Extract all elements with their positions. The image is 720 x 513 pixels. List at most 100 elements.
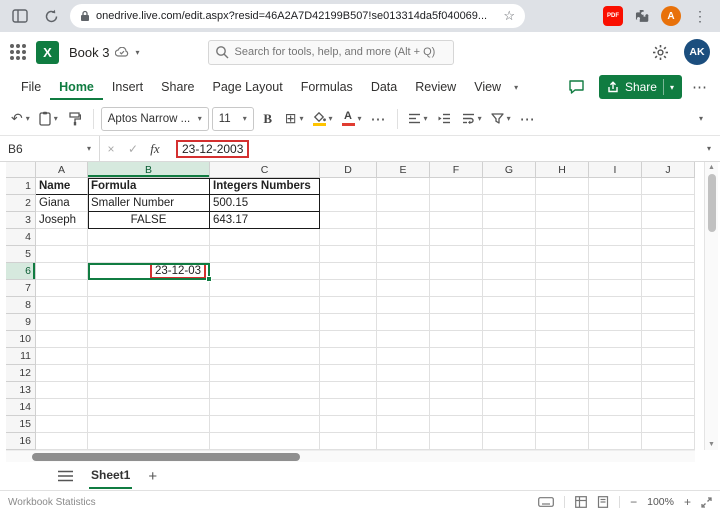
cell-E12[interactable] (377, 365, 430, 382)
zoom-in-icon[interactable]: + (684, 495, 691, 509)
column-header-H[interactable]: H (536, 162, 589, 178)
column-header-B[interactable]: B (88, 162, 210, 178)
cell-J10[interactable] (642, 331, 695, 348)
cell-C3[interactable]: 643.17 (210, 212, 320, 229)
cell-J12[interactable] (642, 365, 695, 382)
fill-color-button[interactable]: ▾ (310, 106, 336, 132)
cell-J6[interactable] (642, 263, 695, 280)
cell-E8[interactable] (377, 297, 430, 314)
cell-I7[interactable] (589, 280, 642, 297)
cell-A13[interactable] (36, 382, 88, 399)
row-header-8[interactable]: 8 (6, 297, 36, 314)
cell-E2[interactable] (377, 195, 430, 212)
cell-G6[interactable] (483, 263, 536, 280)
cell-A2[interactable]: Giana (36, 195, 88, 212)
column-header-E[interactable]: E (377, 162, 430, 178)
paste-button[interactable]: ▾ (36, 106, 61, 132)
cell-H3[interactable] (536, 212, 589, 229)
menu-item-file[interactable]: File (12, 74, 50, 100)
cell-H15[interactable] (536, 416, 589, 433)
cell-G7[interactable] (483, 280, 536, 297)
cell-B5[interactable] (88, 246, 210, 263)
cell-F15[interactable] (430, 416, 483, 433)
cell-H14[interactable] (536, 399, 589, 416)
cell-G4[interactable] (483, 229, 536, 246)
borders-button[interactable]: ⊞ ▾ (282, 106, 307, 132)
cell-F4[interactable] (430, 229, 483, 246)
row-header-6[interactable]: 6 (6, 263, 36, 280)
sort-filter-button[interactable]: ▾ (488, 106, 514, 132)
row-header-10[interactable]: 10 (6, 331, 36, 348)
cell-H7[interactable] (536, 280, 589, 297)
horizontal-scrollbar-thumb[interactable] (32, 453, 300, 461)
cell-G9[interactable] (483, 314, 536, 331)
cell-H8[interactable] (536, 297, 589, 314)
cell-E7[interactable] (377, 280, 430, 297)
cell-J8[interactable] (642, 297, 695, 314)
sheet-tab-sheet1[interactable]: Sheet1 (89, 463, 133, 489)
comments-button[interactable] (565, 75, 589, 99)
column-header-I[interactable]: I (589, 162, 642, 178)
cell-C7[interactable] (210, 280, 320, 297)
cell-D1[interactable] (320, 178, 377, 195)
cell-E9[interactable] (377, 314, 430, 331)
browser-menu-icon[interactable]: ⋮ (688, 4, 712, 28)
cell-B16[interactable] (88, 433, 210, 450)
cell-C4[interactable] (210, 229, 320, 246)
row-header-15[interactable]: 15 (6, 416, 36, 433)
excel-logo-icon[interactable]: X (36, 40, 59, 64)
workbook-statistics-button[interactable]: Workbook Statistics (8, 497, 96, 508)
menu-item-data[interactable]: Data (362, 74, 406, 100)
cell-D14[interactable] (320, 399, 377, 416)
cell-D3[interactable] (320, 212, 377, 229)
font-color-button[interactable]: A ▾ (339, 106, 365, 132)
add-sheet-button[interactable]: + (148, 468, 157, 485)
insert-function-icon[interactable]: fx (144, 141, 166, 157)
cell-F1[interactable] (430, 178, 483, 195)
cell-E1[interactable] (377, 178, 430, 195)
cell-J15[interactable] (642, 416, 695, 433)
cell-H9[interactable] (536, 314, 589, 331)
cell-F7[interactable] (430, 280, 483, 297)
cell-E14[interactable] (377, 399, 430, 416)
cell-B2[interactable]: Smaller Number (88, 195, 210, 212)
cell-E5[interactable] (377, 246, 430, 263)
row-header-4[interactable]: 4 (6, 229, 36, 246)
cell-A8[interactable] (36, 297, 88, 314)
address-bar[interactable]: onedrive.live.com/edit.aspx?resid=46A2A7… (70, 4, 525, 28)
cell-I10[interactable] (589, 331, 642, 348)
cell-F16[interactable] (430, 433, 483, 450)
indent-button[interactable] (434, 106, 456, 132)
cell-I16[interactable] (589, 433, 642, 450)
cell-C12[interactable] (210, 365, 320, 382)
more-tabs-chevron-icon[interactable]: ▾ (514, 83, 518, 92)
vertical-scrollbar[interactable]: ▲ ▼ (704, 162, 718, 450)
cell-C16[interactable] (210, 433, 320, 450)
font-overflow-icon[interactable]: ⋯ (368, 106, 390, 132)
row-header-9[interactable]: 9 (6, 314, 36, 331)
cell-F10[interactable] (430, 331, 483, 348)
app-launcher-waffle-icon[interactable] (10, 44, 26, 60)
cell-D7[interactable] (320, 280, 377, 297)
cell-J16[interactable] (642, 433, 695, 450)
cancel-entry-icon[interactable]: × (100, 142, 122, 156)
cell-A1[interactable]: Name (36, 178, 88, 195)
fullscreen-icon[interactable] (701, 496, 712, 508)
cell-I9[interactable] (589, 314, 642, 331)
cell-H2[interactable] (536, 195, 589, 212)
zoom-out-icon[interactable]: − (630, 495, 637, 509)
cell-C9[interactable] (210, 314, 320, 331)
side-panel-button[interactable] (8, 4, 32, 28)
bookmark-star-icon[interactable]: ☆ (503, 8, 515, 24)
cell-D8[interactable] (320, 297, 377, 314)
cell-A9[interactable] (36, 314, 88, 331)
cell-I4[interactable] (589, 229, 642, 246)
cell-I8[interactable] (589, 297, 642, 314)
cell-C5[interactable] (210, 246, 320, 263)
all-sheets-menu-icon[interactable] (58, 470, 73, 482)
cell-F5[interactable] (430, 246, 483, 263)
cell-H12[interactable] (536, 365, 589, 382)
cell-C6[interactable] (210, 263, 320, 280)
cell-G14[interactable] (483, 399, 536, 416)
column-header-J[interactable]: J (642, 162, 695, 178)
